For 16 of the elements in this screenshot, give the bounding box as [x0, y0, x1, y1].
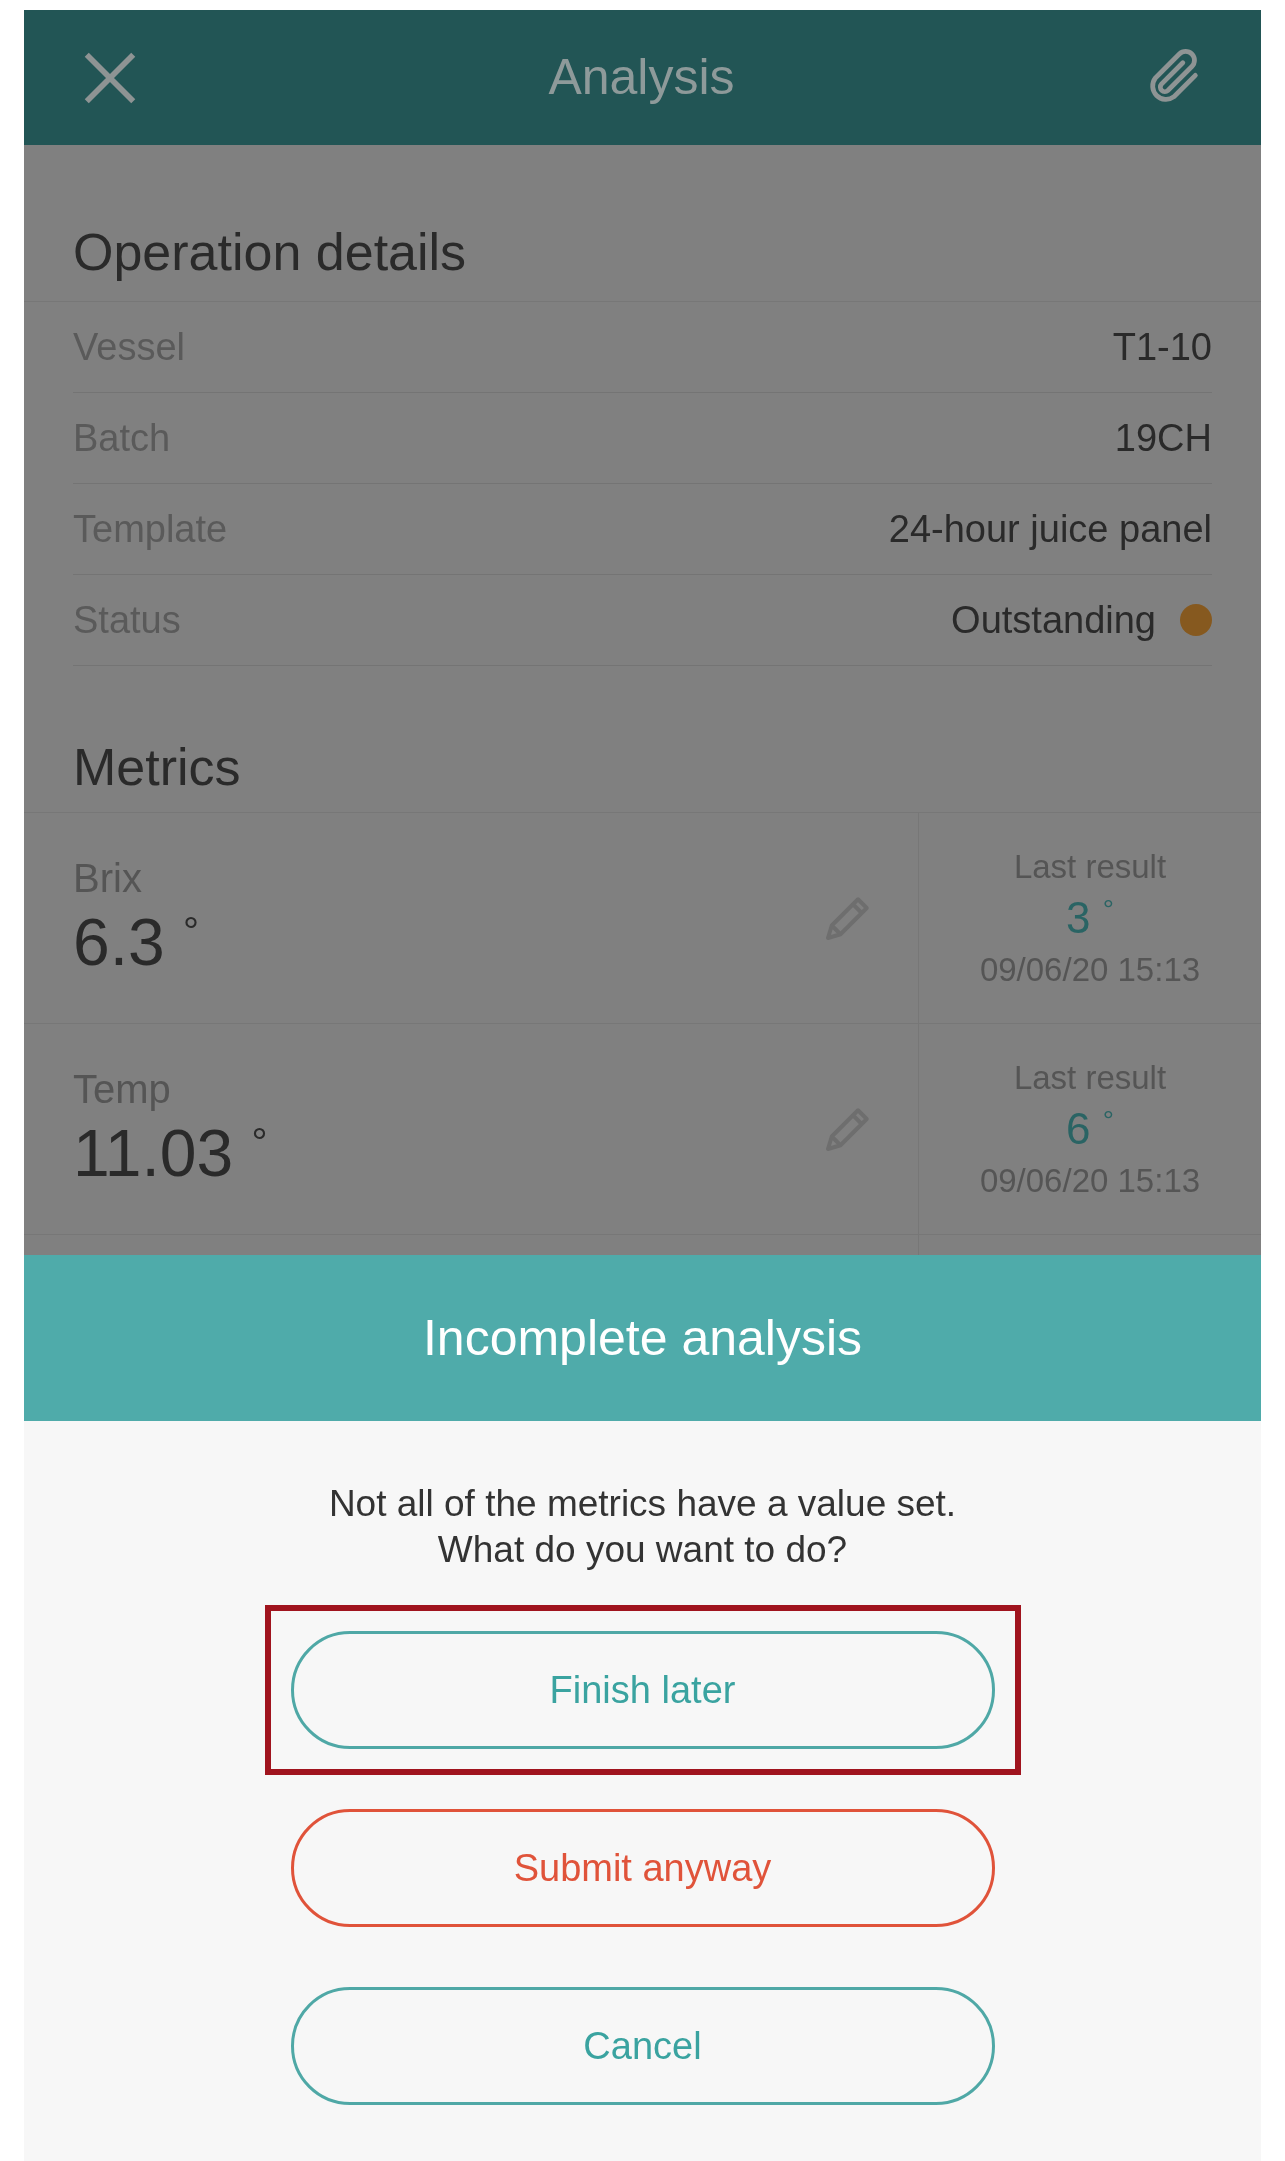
last-result-value: 6 $^{°}$ [1066, 1103, 1114, 1155]
dialog-button[interactable]: Finish later [290, 1631, 995, 1749]
metric-value: 11.03 $^{°}$ [73, 1115, 268, 1192]
dialog-title: Incomplete analysis [422, 1308, 863, 1368]
header-title: Analysis [548, 48, 735, 107]
detail-value: 19CH [1114, 415, 1212, 461]
dialog-button[interactable]: Submit anyway [290, 1809, 995, 1927]
last-result-value: 3 $^{°}$ [1066, 892, 1114, 944]
metric-value: 6.3 $^{°}$ [73, 904, 200, 981]
dialog-button[interactable]: Cancel [290, 1987, 995, 2105]
dialog-message: Not all of the metrics have a value set. What do you want to do? [328, 1482, 957, 1572]
detail-value: T1-10 [1112, 324, 1212, 370]
detail-value: Outstanding [951, 597, 1156, 643]
section-heading: Operation details [73, 222, 468, 283]
detail-value: 24-hour juice panel [888, 506, 1212, 552]
section-heading: Metrics [73, 737, 242, 798]
